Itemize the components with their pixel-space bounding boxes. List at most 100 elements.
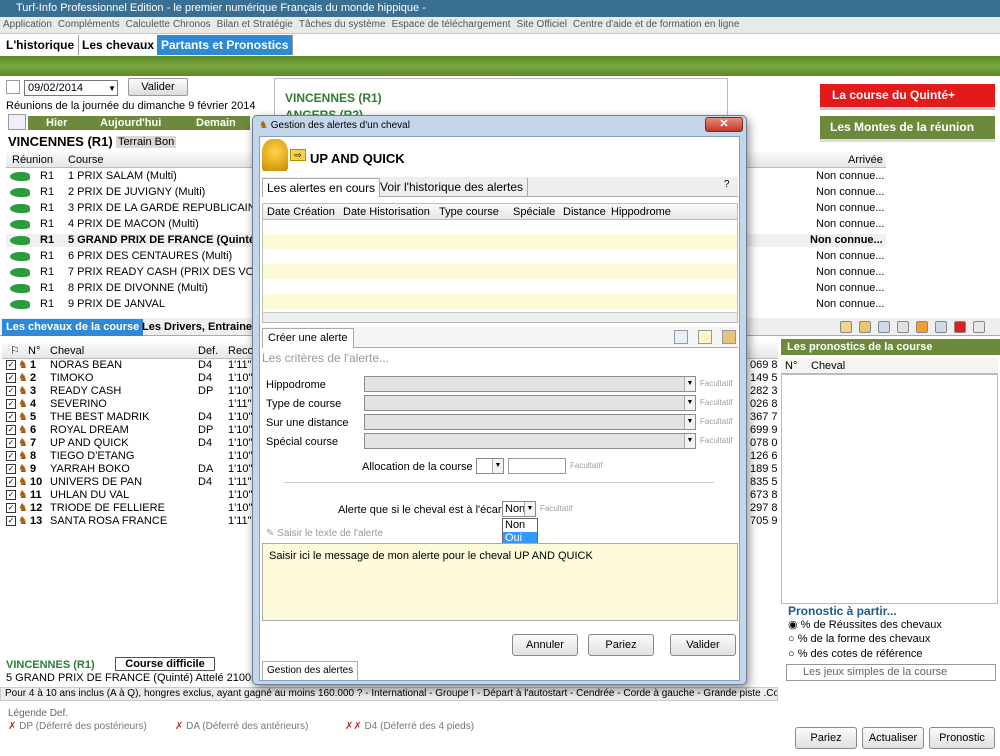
subtab-chevaux[interactable]: Les chevaux de la course [2, 319, 144, 336]
alarm-icon[interactable] [916, 321, 928, 333]
validate-date-button[interactable]: Valider [128, 78, 188, 96]
row-checkbox[interactable]: ✓ [6, 451, 16, 461]
help-icon[interactable] [973, 321, 985, 333]
alerts-col[interactable]: Date Création [267, 204, 335, 220]
menu-item[interactable]: Application [0, 17, 55, 33]
menu-item[interactable]: Bilan et Stratégie [214, 17, 296, 33]
col-n[interactable]: N° [28, 343, 40, 359]
horse-reco: 1'10" [228, 372, 253, 384]
allocation-input[interactable] [508, 458, 566, 474]
annuler-button[interactable]: Annuler [512, 634, 578, 656]
jeux-input[interactable]: Les jeux simples de la course [786, 664, 996, 681]
col-reco[interactable]: Reco [228, 343, 254, 359]
distance-select[interactable]: ▼ [364, 414, 696, 430]
nav-demain[interactable]: Demain [196, 116, 236, 130]
prono-opt1[interactable]: ◉ % de Réussites des chevaux [788, 618, 942, 631]
pdf-icon[interactable] [954, 321, 966, 333]
menu-item[interactable]: Calculette Chronos [123, 17, 214, 33]
box-icon[interactable] [722, 330, 736, 344]
tab-alertes-en-cours[interactable]: Les alertes en cours [262, 178, 381, 197]
valider-button[interactable]: Valider [670, 634, 736, 656]
row-checkbox[interactable]: ✓ [6, 516, 16, 526]
menu-item[interactable]: Centre d'aide et de formation en ligne [570, 17, 742, 33]
col-arrivee[interactable]: Arrivée [848, 152, 883, 168]
row-checkbox[interactable]: ✓ [6, 360, 16, 370]
status-tab[interactable]: Gestion des alertes [262, 661, 359, 680]
row-checkbox[interactable]: ✓ [6, 412, 16, 422]
allocation-operator-select[interactable]: ▼ [476, 458, 504, 474]
subtab-drivers[interactable]: Les Drivers, Entraineu [142, 319, 259, 336]
menu-item[interactable]: Espace de téléchargement [389, 17, 514, 33]
tab-creer-alerte[interactable]: Créer une alerte [262, 328, 354, 348]
horse-number: 7 [30, 437, 37, 449]
row-checkbox[interactable]: ✓ [6, 477, 16, 487]
help-icon[interactable]: ? [724, 179, 738, 193]
special-select[interactable]: ▼ [364, 433, 696, 449]
tab-chevaux[interactable]: Les chevaux [78, 35, 160, 55]
copy-icon[interactable] [878, 321, 890, 333]
hippodrome-select[interactable]: ▼ [364, 376, 696, 392]
row-checkbox[interactable]: ✓ [6, 425, 16, 435]
dialog-horse-name: UP AND QUICK [310, 151, 405, 166]
montes-button[interactable]: Les Montes de la réunion [820, 116, 995, 142]
row-checkbox[interactable]: ✓ [6, 464, 16, 474]
row-checkbox[interactable]: ✓ [6, 438, 16, 448]
horse-value: 699 9 [750, 424, 778, 436]
nav-aujourdhui[interactable]: Aujourd'hui [100, 116, 161, 130]
horse-name: UHLAN DU VAL [50, 489, 130, 501]
horizontal-scrollbar[interactable] [263, 312, 737, 322]
type-course-select[interactable]: ▼ [364, 395, 696, 411]
menu-item[interactable]: Compléments [55, 17, 123, 33]
pronos-col-n[interactable]: N° [785, 358, 797, 374]
row-checkbox[interactable]: ✓ [6, 399, 16, 409]
course-arrivee: Non connue... [816, 250, 885, 262]
calendar-edit-icon[interactable] [674, 330, 688, 344]
alerts-col[interactable]: Date Historisation [343, 204, 430, 220]
calendar-icon[interactable] [6, 80, 20, 94]
pariez-button[interactable]: Pariez [795, 727, 857, 749]
pronostic-button[interactable]: Pronostic [929, 727, 995, 749]
calendar-small-icon[interactable] [8, 114, 26, 130]
horse-reco: 1'10" [228, 463, 253, 475]
close-icon[interactable]: ✕ [705, 117, 743, 132]
horse-name: TRIODE DE FELLIERE [50, 502, 165, 514]
menu-bar: Application Compléments Calculette Chronos… [0, 17, 1000, 34]
prono-opt3[interactable]: ○ % des cotes de référence [788, 648, 922, 660]
dialog-pariez-button[interactable]: Pariez [588, 634, 654, 656]
reunion-link-1[interactable]: VINCENNES (R1) [285, 91, 382, 105]
clipboard-icon[interactable] [840, 321, 852, 333]
alerts-col[interactable]: Distance [563, 204, 606, 220]
alert-message-textarea[interactable]: Saisir ici le message de mon alerte pour… [262, 543, 738, 621]
prono-opt2[interactable]: ○ % de la forme des chevaux [788, 633, 930, 645]
tab-partants[interactable]: Partants et Pronostics [157, 35, 294, 55]
window-controls[interactable] [958, 2, 998, 14]
pronos-col-cheval[interactable]: Cheval [811, 358, 845, 374]
option-non[interactable]: Non [503, 519, 537, 532]
actualiser-button[interactable]: Actualiser [862, 727, 924, 749]
menu-item[interactable]: Site Officiel [514, 17, 570, 33]
col-course[interactable]: Course [68, 152, 103, 168]
jockey-icon: ♞ [18, 489, 28, 501]
date-input[interactable]: 09/02/2014 ▼ [24, 80, 118, 96]
alerts-col[interactable]: Spéciale [513, 204, 555, 220]
menu-item[interactable]: Tâches du système [296, 17, 389, 33]
col-cheval[interactable]: Cheval [50, 343, 84, 359]
ecart-value: Non [505, 503, 526, 515]
row-checkbox[interactable]: ✓ [6, 503, 16, 513]
col-def[interactable]: Def. [198, 343, 218, 359]
row-checkbox[interactable]: ✓ [6, 490, 16, 500]
col-reunion[interactable]: Réunion [12, 152, 53, 168]
print-icon[interactable] [935, 321, 947, 333]
alerts-col[interactable]: Hippodrome [611, 204, 671, 220]
folder-icon[interactable] [859, 321, 871, 333]
tab-historique[interactable]: L'historique [2, 35, 80, 55]
ecart-select[interactable]: Non ▼ [502, 501, 536, 517]
export-icon[interactable] [897, 321, 909, 333]
alerts-col[interactable]: Type course [439, 204, 499, 220]
bell-add-icon[interactable] [698, 330, 712, 344]
row-checkbox[interactable]: ✓ [6, 386, 16, 396]
tab-historique-alertes[interactable]: Voir l'historique des alertes [376, 178, 529, 197]
quinte-button[interactable]: La course du Quinté+ [820, 84, 995, 110]
nav-hier[interactable]: Hier [46, 116, 67, 130]
row-checkbox[interactable]: ✓ [6, 373, 16, 383]
